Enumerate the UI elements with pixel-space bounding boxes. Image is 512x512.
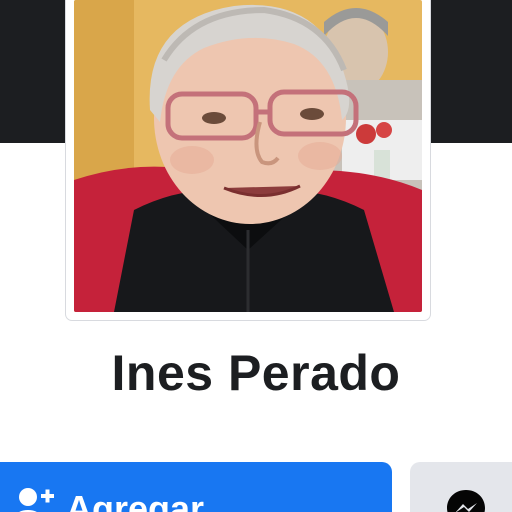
message-button[interactable] xyxy=(410,462,512,512)
profile-name: Ines Perado xyxy=(111,345,401,401)
add-person-icon xyxy=(19,488,54,512)
profile-page: Ines Perado Agregar xyxy=(0,0,512,512)
messenger-icon xyxy=(447,490,485,512)
profile-picture[interactable] xyxy=(74,0,422,312)
add-friend-label: Agregar xyxy=(66,488,205,512)
add-friend-button[interactable]: Agregar xyxy=(0,462,392,512)
profile-picture-frame[interactable] xyxy=(66,0,430,320)
